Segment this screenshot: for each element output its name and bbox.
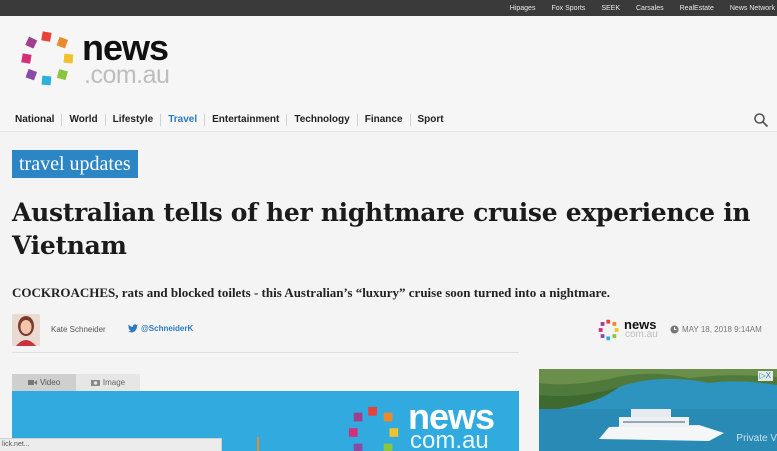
article-headline: Australian tells of her nightmare cruise… (12, 198, 751, 260)
tab-image-label: Image (102, 378, 126, 387)
nav-item-technology[interactable]: Technology (287, 114, 358, 126)
browser-status-bar: lick.net... (0, 438, 222, 451)
nav-item-travel[interactable]: Travel (161, 114, 206, 126)
ad-caption: Private V (736, 433, 777, 444)
ad-choices-badge[interactable]: ▷X (757, 371, 773, 381)
nav-item-national[interactable]: National (8, 114, 63, 126)
network-links: Hipages Fox Sports SEEK Carsales RealEst… (510, 0, 777, 16)
nav-item-sport[interactable]: Sport (411, 114, 451, 126)
nav-item-finance[interactable]: Finance (358, 114, 411, 126)
network-link-news-network[interactable]: News Network (730, 5, 775, 12)
network-bar: Hipages Fox Sports SEEK Carsales RealEst… (0, 0, 777, 16)
nav-item-world[interactable]: World (62, 114, 106, 126)
publish-date: MAY 18, 2018 9:14AM (670, 325, 762, 334)
network-link-carsales[interactable]: Carsales (636, 5, 664, 12)
search-icon[interactable] (753, 112, 769, 128)
network-link-fox-sports[interactable]: Fox Sports (551, 5, 585, 12)
logo-domain: .com.au (84, 61, 170, 89)
byline: Kate Schneider @SchneiderK news com.au M… (12, 314, 777, 348)
article-standfirst: COCKROACHES, rats and blocked toilets - … (12, 285, 611, 300)
tab-video[interactable]: Video (12, 374, 76, 391)
author-twitter[interactable]: @SchneiderK (128, 324, 193, 333)
nav-item-lifestyle[interactable]: Lifestyle (106, 114, 162, 126)
video-marker-icon (257, 437, 259, 451)
clock-icon (670, 325, 679, 334)
network-link-realestate[interactable]: RealEstate (680, 5, 714, 12)
byline-divider (12, 352, 519, 353)
video-logo-dots-icon (348, 406, 399, 451)
site-logo[interactable]: news .com.au (20, 30, 190, 90)
video-brand-domain: com.au (410, 427, 489, 451)
tab-image[interactable]: Image (76, 374, 140, 391)
nav-items: National World Lifestyle Travel Entertai… (8, 108, 451, 132)
section-nav: National World Lifestyle Travel Entertai… (0, 108, 777, 132)
twitter-icon (128, 324, 138, 333)
author-photo (12, 314, 40, 346)
advertisement[interactable]: ▷X Private V (539, 369, 777, 451)
media-tabs: Video Image (12, 374, 140, 391)
logo-dots-icon (21, 31, 74, 86)
masthead: news .com.au (0, 16, 777, 110)
publisher-logo: news com.au (598, 318, 668, 342)
camera-icon (90, 380, 100, 386)
network-link-hipages[interactable]: Hipages (510, 5, 536, 12)
publisher-dots-icon (598, 319, 619, 341)
author-avatar[interactable] (12, 314, 40, 346)
publisher-domain: com.au (625, 329, 658, 340)
tab-video-label: Video (39, 378, 61, 387)
author-name[interactable]: Kate Schneider (51, 325, 106, 334)
section-tag[interactable]: travel updates (12, 150, 138, 178)
nav-item-entertainment[interactable]: Entertainment (205, 114, 288, 126)
publish-date-text: MAY 18, 2018 9:14AM (682, 325, 762, 334)
video-icon (27, 380, 37, 385)
twitter-handle: @SchneiderK (141, 324, 194, 333)
network-link-seek[interactable]: SEEK (601, 5, 620, 12)
